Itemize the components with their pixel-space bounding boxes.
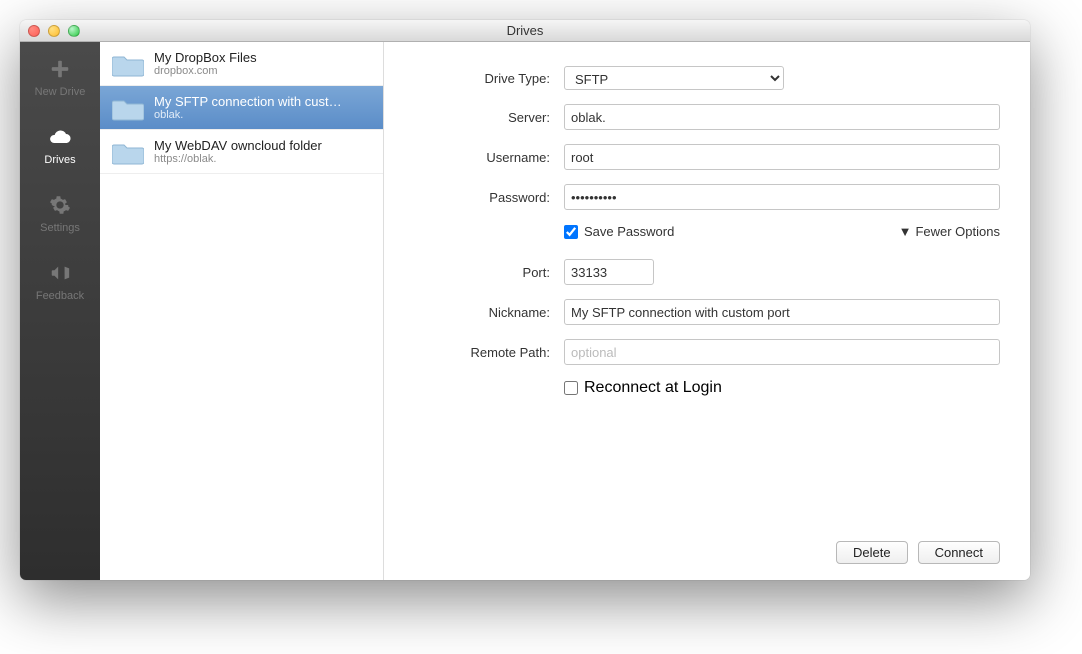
drive-title: My SFTP connection with cust…: [154, 94, 342, 109]
chevron-down-icon: ▼: [899, 224, 912, 239]
sidebar-item-label: New Drive: [35, 86, 86, 98]
drive-form: Drive Type: SFTP Server: Username: Passw…: [384, 42, 1030, 580]
sidebar-item-settings[interactable]: Settings: [20, 188, 100, 238]
folder-icon: [112, 51, 144, 77]
megaphone-icon: [47, 260, 73, 286]
label-username: Username:: [394, 150, 564, 165]
label-drive-type: Drive Type:: [394, 71, 564, 86]
drive-list-item[interactable]: My WebDAV owncloud folder https://oblak.: [100, 130, 383, 174]
save-password-input[interactable]: [564, 225, 578, 239]
folder-icon: [112, 95, 144, 121]
titlebar: Drives: [20, 20, 1030, 42]
nickname-input[interactable]: [564, 299, 1000, 325]
save-password-checkbox[interactable]: Save Password: [564, 224, 674, 239]
label-password: Password:: [394, 190, 564, 205]
drives-window: Drives New Drive Drives Settings: [20, 20, 1030, 580]
remote-path-input[interactable]: [564, 339, 1000, 365]
fewer-options-label: Fewer Options: [915, 224, 1000, 239]
label-server: Server:: [394, 110, 564, 125]
sidebar-item-label: Drives: [44, 154, 75, 166]
drive-subtitle: oblak.: [154, 109, 342, 121]
username-input[interactable]: [564, 144, 1000, 170]
sidebar-item-label: Settings: [40, 222, 80, 234]
drive-title: My WebDAV owncloud folder: [154, 138, 322, 153]
drive-subtitle: https://oblak.: [154, 153, 322, 165]
label-remote-path: Remote Path:: [394, 345, 564, 360]
drive-list-item[interactable]: My DropBox Files dropbox.com: [100, 42, 383, 86]
drive-subtitle: dropbox.com: [154, 65, 257, 77]
sidebar-item-new-drive[interactable]: New Drive: [20, 52, 100, 102]
password-input[interactable]: [564, 184, 1000, 210]
label-nickname: Nickname:: [394, 305, 564, 320]
plus-icon: [47, 56, 73, 82]
window-title: Drives: [20, 23, 1030, 38]
reconnect-checkbox[interactable]: Reconnect at Login: [564, 379, 722, 397]
cloud-icon: [47, 124, 73, 150]
delete-button[interactable]: Delete: [836, 541, 908, 564]
sidebar-item-label: Feedback: [36, 290, 84, 302]
server-input[interactable]: [564, 104, 1000, 130]
folder-icon: [112, 139, 144, 165]
fewer-options-toggle[interactable]: ▼ Fewer Options: [899, 224, 1000, 239]
drive-title: My DropBox Files: [154, 50, 257, 65]
reconnect-input[interactable]: [564, 381, 578, 395]
gear-icon: [47, 192, 73, 218]
sidebar: New Drive Drives Settings Feedback: [20, 42, 100, 580]
reconnect-label: Reconnect at Login: [584, 379, 722, 397]
label-port: Port:: [394, 265, 564, 280]
sidebar-item-drives[interactable]: Drives: [20, 120, 100, 170]
sidebar-item-feedback[interactable]: Feedback: [20, 256, 100, 306]
drive-list-item[interactable]: My SFTP connection with cust… oblak.: [100, 86, 383, 130]
window-body: New Drive Drives Settings Feedback: [20, 42, 1030, 580]
port-input[interactable]: [564, 259, 654, 285]
drive-list: My DropBox Files dropbox.com My SFTP con…: [100, 42, 384, 580]
save-password-label: Save Password: [584, 224, 674, 239]
drive-type-select[interactable]: SFTP: [564, 66, 784, 90]
connect-button[interactable]: Connect: [918, 541, 1000, 564]
